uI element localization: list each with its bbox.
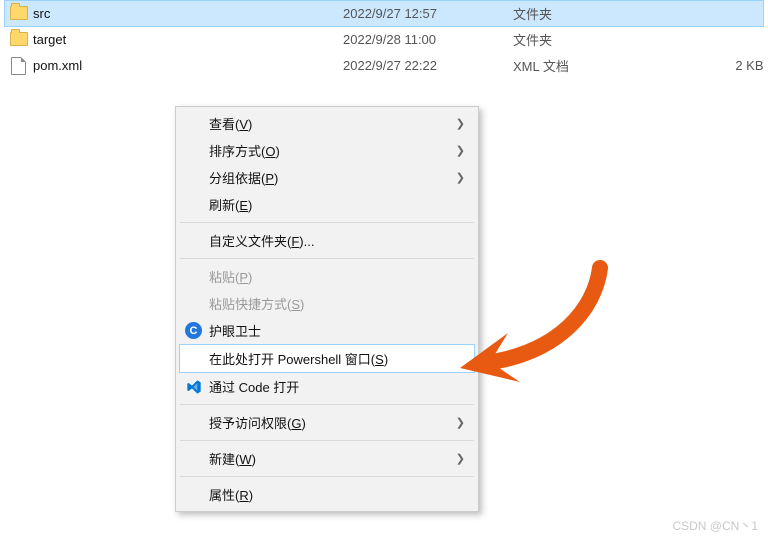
file-row[interactable]: src2022/9/27 12:57文件夹 [5,1,764,27]
file-size [643,27,764,53]
menu-group[interactable]: 分组依据(P) [179,164,475,191]
file-type: 文件夹 [513,1,643,27]
context-menu: 查看(V) 排序方式(O) 分组依据(P) 刷新(E) 自定义文件夹(F)...… [175,106,479,512]
separator [180,476,474,477]
folder-icon [10,32,28,46]
vscode-icon [185,378,202,395]
file-name: src [33,1,343,27]
menu-customize-folder[interactable]: 自定义文件夹(F)... [179,227,475,254]
menu-properties[interactable]: 属性(R) [179,481,475,508]
file-date: 2022/9/27 12:57 [343,1,513,27]
folder-icon [10,6,28,20]
file-list: src2022/9/27 12:57文件夹target2022/9/28 11:… [4,0,764,79]
file-size [643,1,764,27]
separator [180,440,474,441]
menu-open-with-code[interactable]: 通过 Code 打开 [179,373,475,400]
eye-icon: C [185,322,202,339]
menu-new[interactable]: 新建(W) [179,445,475,472]
watermark: CSDN @CN丶1 [672,517,758,534]
separator [180,258,474,259]
menu-paste-shortcut: 粘贴快捷方式(S) [179,290,475,317]
separator [180,222,474,223]
file-date: 2022/9/28 11:00 [343,27,513,53]
separator [180,404,474,405]
menu-grant-access[interactable]: 授予访问权限(G) [179,409,475,436]
file-type: XML 文档 [513,53,643,79]
file-row[interactable]: target2022/9/28 11:00文件夹 [5,27,764,53]
file-date: 2022/9/27 22:22 [343,53,513,79]
menu-view[interactable]: 查看(V) [179,110,475,137]
menu-sort[interactable]: 排序方式(O) [179,137,475,164]
file-name: target [33,27,343,53]
file-icon [11,57,26,75]
menu-open-powershell[interactable]: 在此处打开 Powershell 窗口(S) [179,344,475,373]
file-type: 文件夹 [513,27,643,53]
menu-refresh[interactable]: 刷新(E) [179,191,475,218]
file-name: pom.xml [33,53,343,79]
menu-huyan[interactable]: C护眼卫士 [179,317,475,344]
menu-paste: 粘贴(P) [179,263,475,290]
file-size: 2 KB [643,53,764,79]
file-row[interactable]: pom.xml2022/9/27 22:22XML 文档2 KB [5,53,764,79]
